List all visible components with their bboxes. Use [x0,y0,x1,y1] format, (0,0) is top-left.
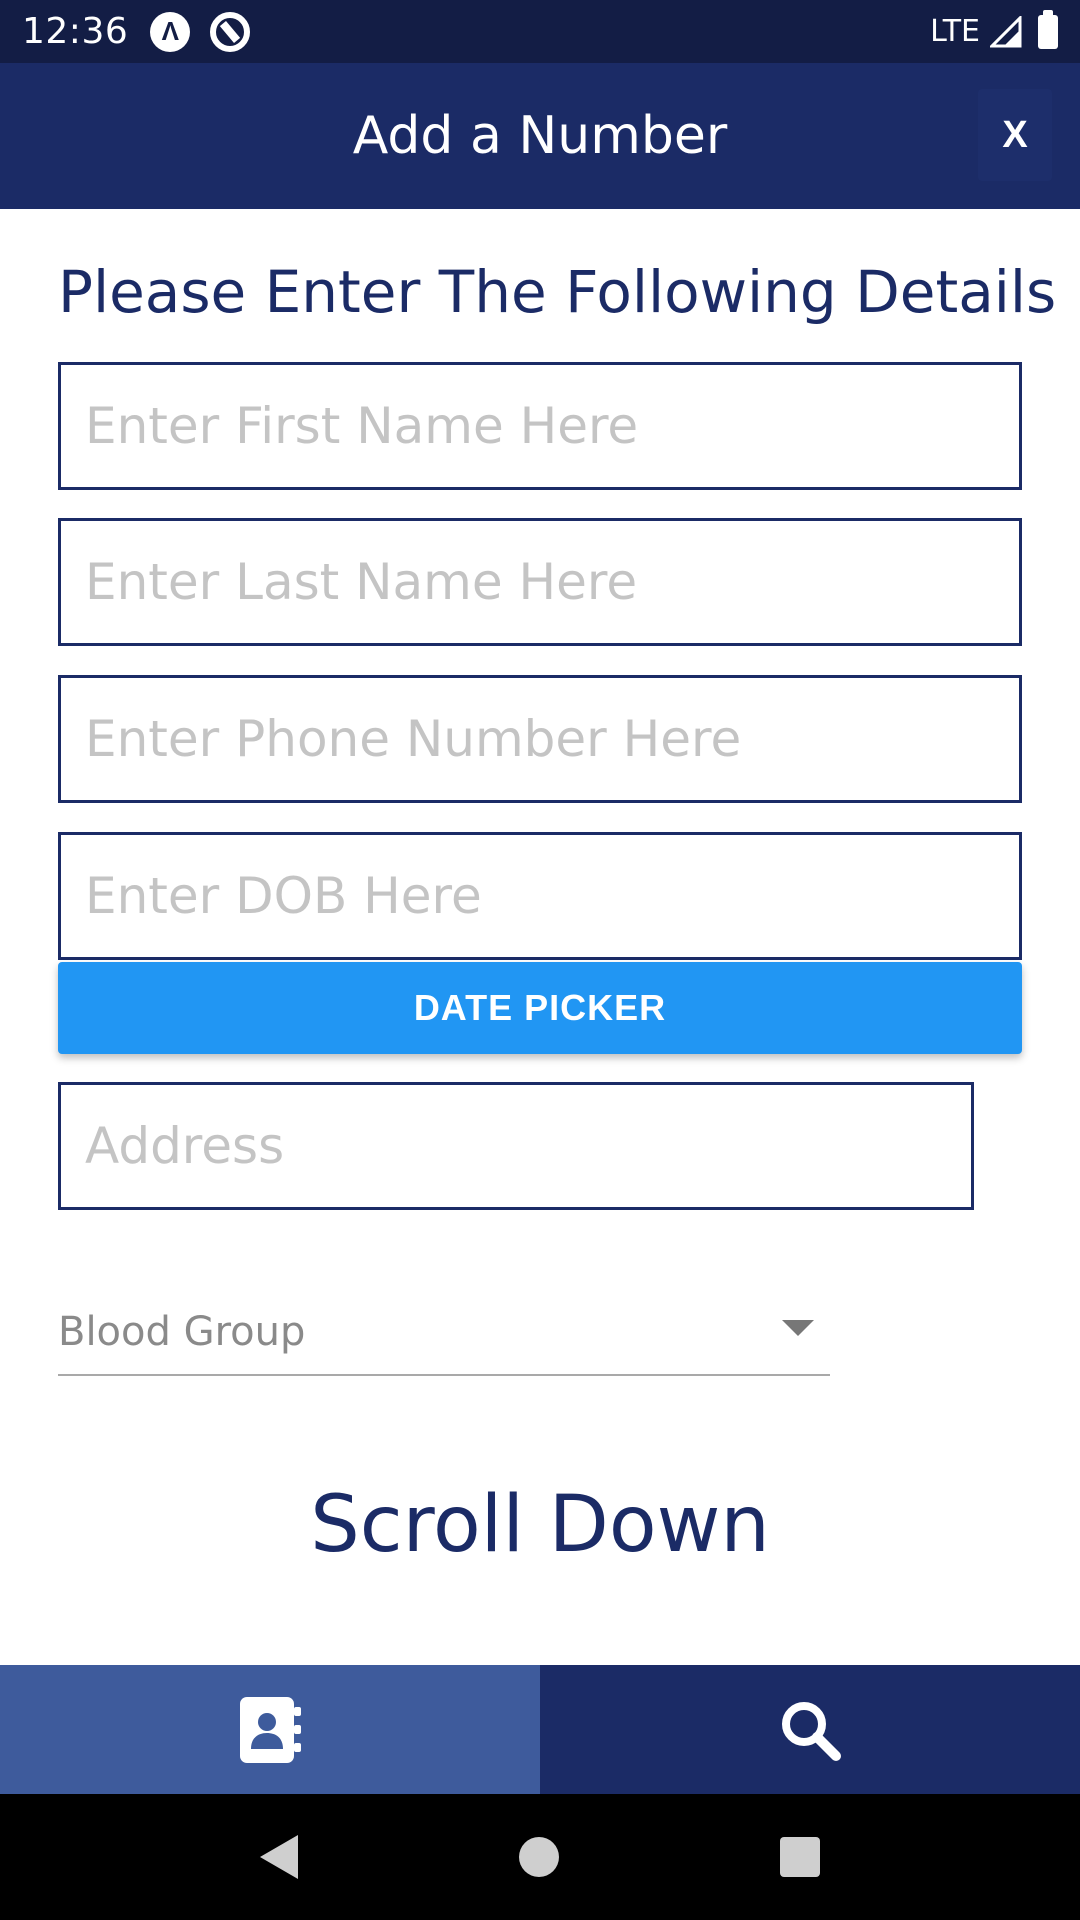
status-time: 12:36 [22,11,129,52]
recents-icon[interactable] [779,1837,820,1877]
status-indicators: LTE [930,9,1058,49]
add-number-screen: 12:36 Λ LTE Add a Number X Please Enter … [0,0,1080,1920]
battery-icon [1038,9,1058,49]
back-icon[interactable] [260,1835,299,1879]
phone-number-input[interactable] [58,675,1022,803]
contacts-book-icon [240,1696,301,1763]
status-bar: 12:36 Λ LTE [0,0,1080,63]
blood-group-select[interactable]: Blood Group [58,1290,830,1376]
chevron-down-icon [782,1320,814,1336]
tab-search[interactable] [540,1665,1080,1794]
form-heading: Please Enter The Following Details [58,258,1057,326]
close-button[interactable]: X [978,89,1052,181]
bottom-tab-bar [0,1665,1080,1794]
date-picker-button[interactable]: DATE PICKER [58,962,1022,1054]
first-name-input[interactable] [58,362,1022,490]
search-icon [782,1701,841,1761]
app-bar: Add a Number X [0,63,1080,209]
blood-group-label: Blood Group [58,1309,306,1355]
address-input[interactable] [58,1082,974,1210]
page-title: Add a Number [352,106,728,166]
home-icon[interactable] [518,1837,559,1877]
last-name-input[interactable] [58,518,1022,646]
network-type: LTE [930,14,980,49]
signal-icon [990,15,1022,47]
a-badge-icon: Λ [150,11,191,52]
dob-input[interactable] [58,832,1022,960]
tab-contacts[interactable] [0,1665,540,1794]
at-sign-icon [210,11,251,52]
system-nav-bar [0,1794,1080,1920]
scroll-hint: Scroll Down [310,1480,770,1570]
